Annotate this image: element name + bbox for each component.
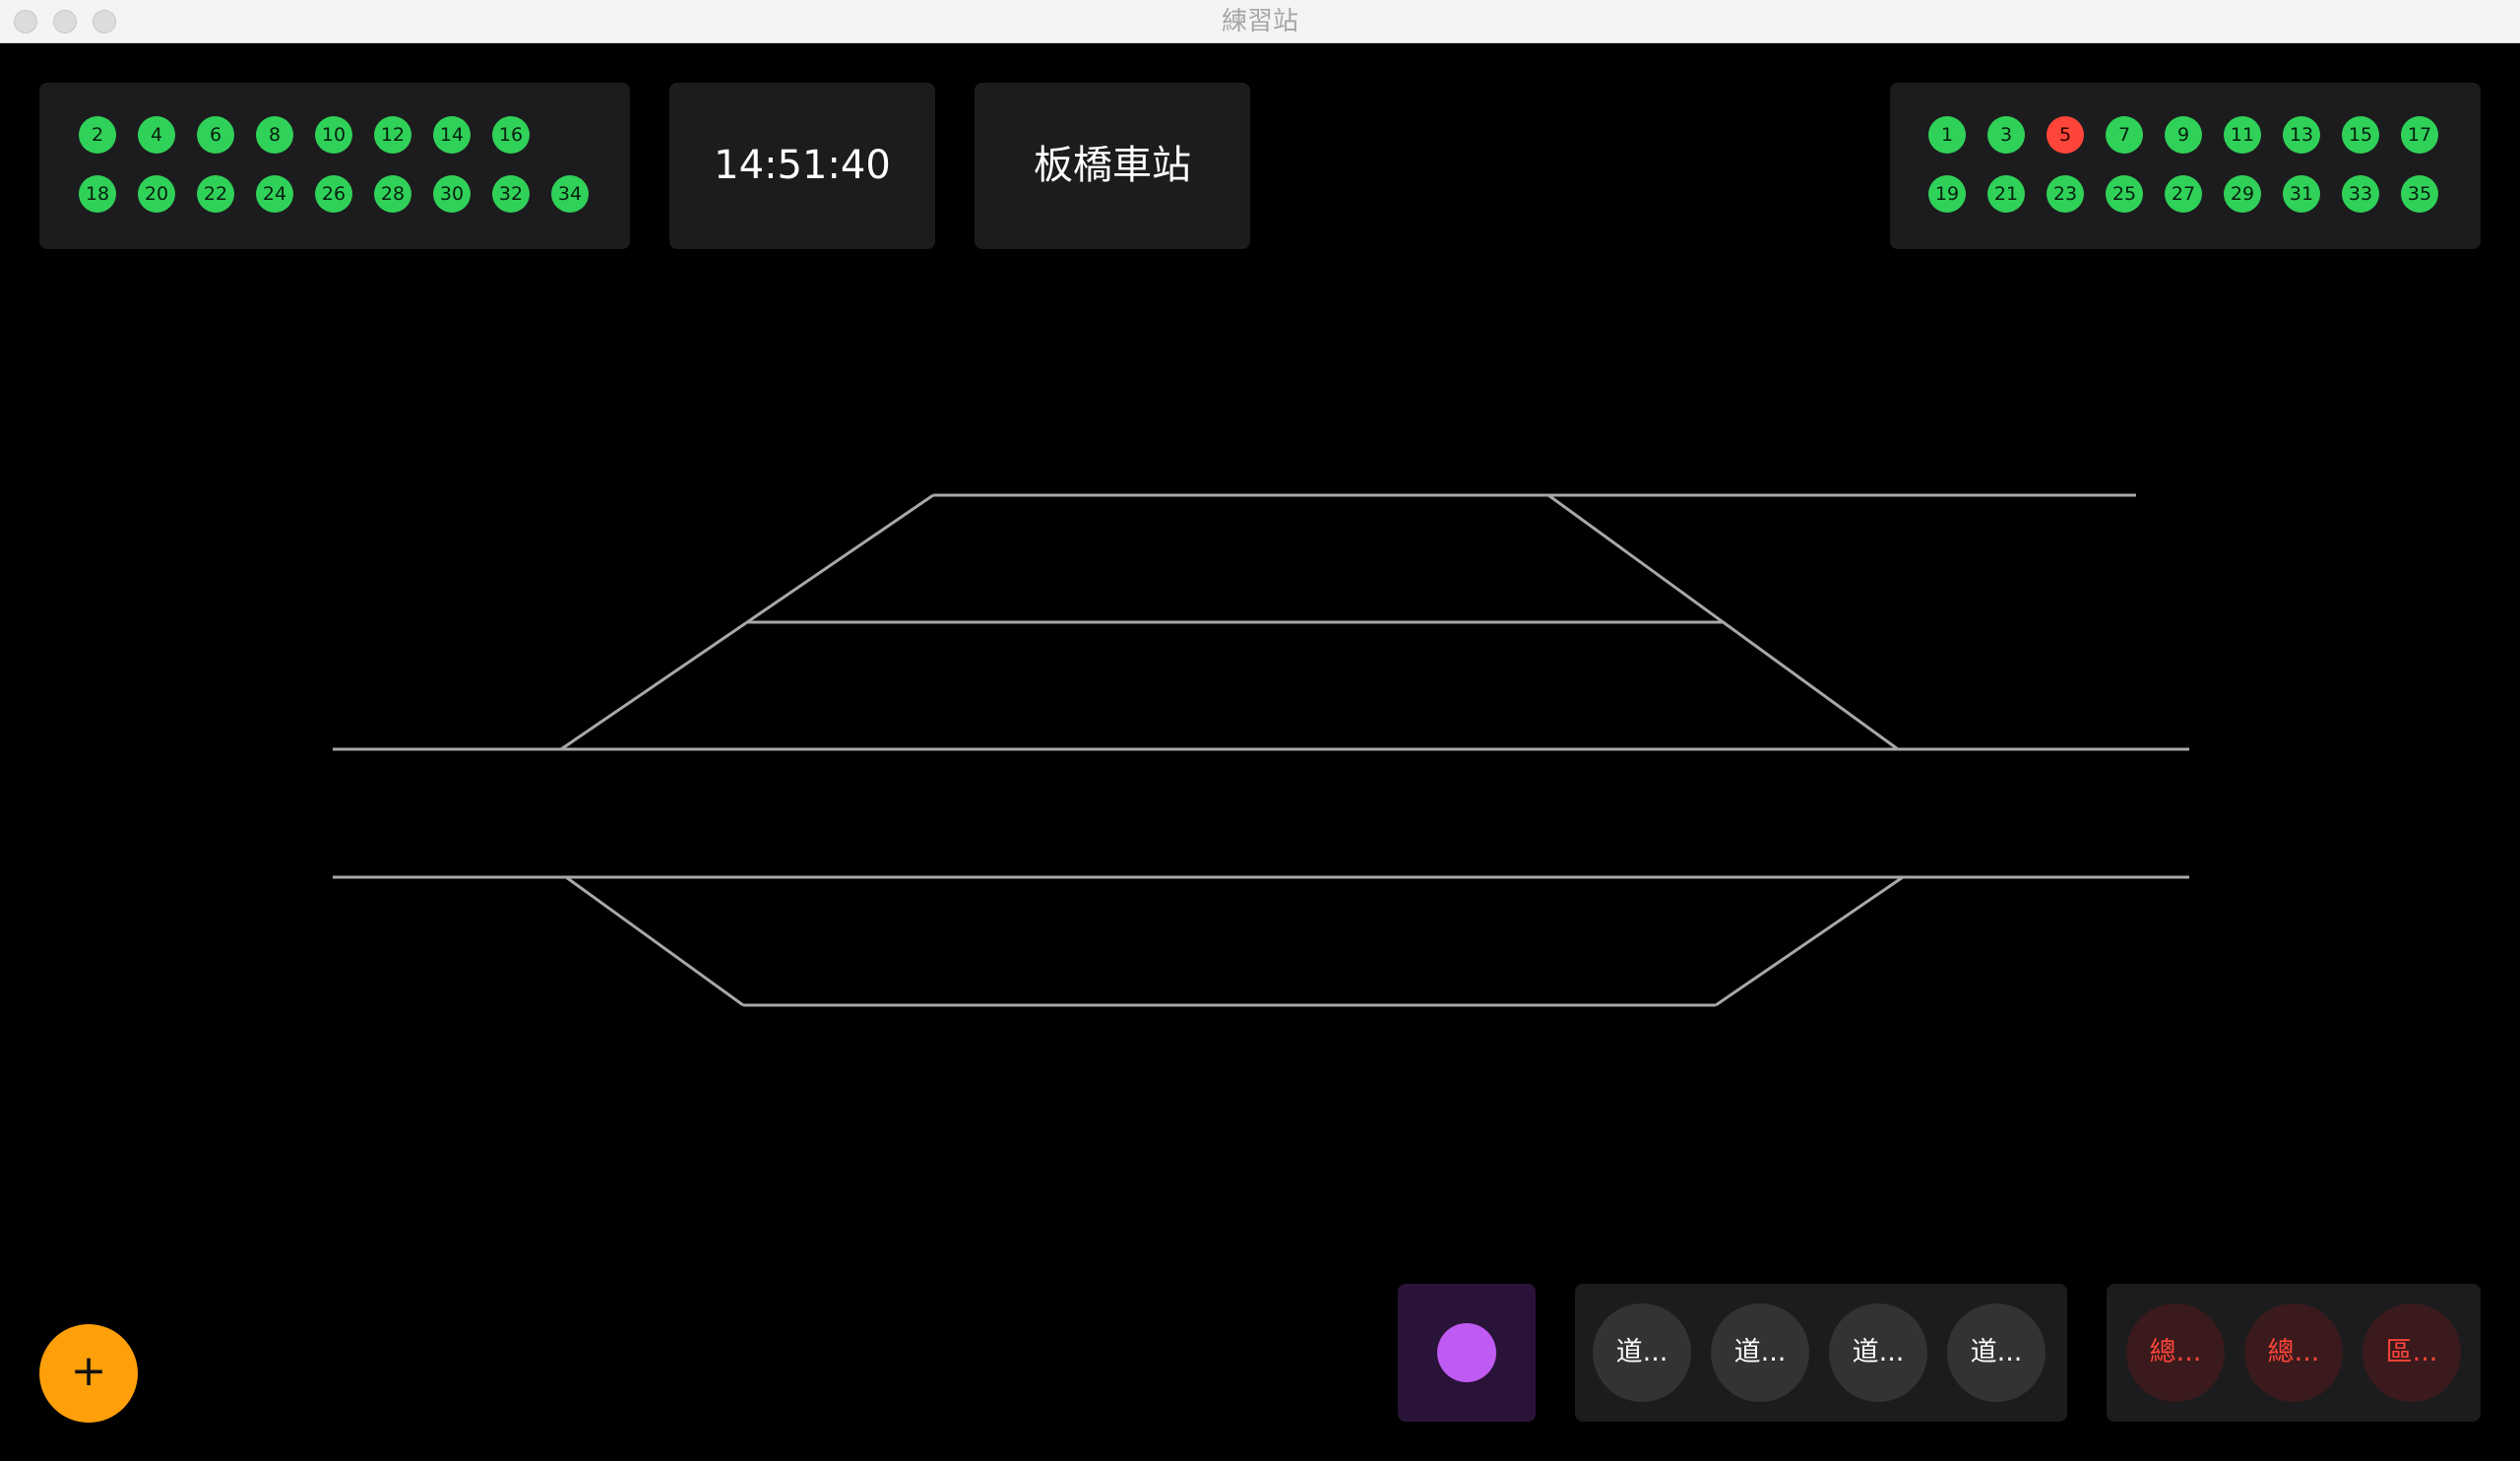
turnout-left-upper (560, 493, 934, 751)
signal-badge-29[interactable]: 29 (2224, 175, 2261, 213)
window-title: 練習站 (1221, 7, 1298, 36)
signal-badge-23[interactable]: 23 (2047, 175, 2084, 213)
signal-badge-2[interactable]: 2 (79, 116, 116, 154)
signal-badge-34[interactable]: 34 (551, 175, 589, 213)
signal-badge-11[interactable]: 11 (2224, 116, 2261, 154)
signal-badge-4[interactable]: 4 (138, 116, 175, 154)
grid-spacer (551, 116, 610, 154)
window-titlebar: 練習站 (0, 0, 2520, 43)
signal-badge-26[interactable]: 26 (315, 175, 352, 213)
even-signal-panel: 2 4 6 8 10 12 14 16 18 20 22 24 26 28 30 32 34 (39, 83, 630, 249)
turnout-right-lower (1715, 875, 1904, 1007)
signal-badge-33[interactable]: 33 (2342, 175, 2379, 213)
station-name: 板橋車站 (1034, 143, 1191, 188)
signal-badge-3[interactable]: 3 (1987, 116, 2025, 154)
even-signal-grid: 2 4 6 8 10 12 14 16 18 20 22 24 26 28 30 32 34 (79, 116, 610, 213)
signal-badge-22[interactable]: 22 (197, 175, 234, 213)
track-button-3[interactable]: 道... (1829, 1303, 1927, 1402)
track-buttons-panel: 道... 道... 道... 道... (1575, 1284, 2067, 1422)
signal-badge-9[interactable]: 9 (2165, 116, 2202, 154)
track-button-2[interactable]: 道... (1711, 1303, 1809, 1402)
signal-badge-15[interactable]: 15 (2342, 116, 2379, 154)
master-button-1[interactable]: 總... (2126, 1303, 2225, 1402)
signal-badge-27[interactable]: 27 (2165, 175, 2202, 213)
turnout-left-lower (565, 875, 744, 1007)
signal-badge-13[interactable]: 13 (2283, 116, 2320, 154)
signal-badge-1[interactable]: 1 (1928, 116, 1966, 154)
clock-panel: 14:51:40 (669, 83, 935, 249)
signal-badge-8[interactable]: 8 (256, 116, 293, 154)
signal-badge-25[interactable]: 25 (2106, 175, 2143, 213)
section-button[interactable]: 區... (2362, 1303, 2461, 1402)
signal-badge-30[interactable]: 30 (433, 175, 471, 213)
master-button-2[interactable]: 總... (2244, 1303, 2343, 1402)
add-button[interactable]: + (39, 1324, 138, 1423)
signal-badge-6[interactable]: 6 (197, 116, 234, 154)
signal-badge-19[interactable]: 19 (1928, 175, 1966, 213)
signal-badge-7[interactable]: 7 (2106, 116, 2143, 154)
signal-badge-24[interactable]: 24 (256, 175, 293, 213)
station-panel: 板橋車站 (975, 83, 1250, 249)
control-buttons-panel: 總... 總... 區... (2107, 1284, 2481, 1422)
track-button-1[interactable]: 道... (1593, 1303, 1691, 1402)
signal-badge-32[interactable]: 32 (492, 175, 530, 213)
signal-badge-21[interactable]: 21 (1987, 175, 2025, 213)
odd-signal-grid: 1 3 5 7 9 11 13 15 17 19 21 23 25 27 29 31 33 35 (1928, 116, 2460, 213)
track-button-4[interactable]: 道... (1947, 1303, 2046, 1402)
signal-badge-10[interactable]: 10 (315, 116, 352, 154)
signal-badge-12[interactable]: 12 (374, 116, 411, 154)
odd-signal-panel: 1 3 5 7 9 11 13 15 17 19 21 23 25 27 29 31 33 35 (1890, 83, 2481, 249)
signal-badge-31[interactable]: 31 (2283, 175, 2320, 213)
signal-badge-20[interactable]: 20 (138, 175, 175, 213)
signal-badge-17[interactable]: 17 (2401, 116, 2438, 154)
signal-badge-28[interactable]: 28 (374, 175, 411, 213)
indicator-button[interactable] (1398, 1284, 1536, 1422)
purple-dot-icon (1437, 1323, 1496, 1382)
signal-badge-16[interactable]: 16 (492, 116, 530, 154)
clock-time: 14:51:40 (714, 143, 891, 188)
signal-badge-14[interactable]: 14 (433, 116, 471, 154)
signal-badge-18[interactable]: 18 (79, 175, 116, 213)
signal-badge-5[interactable]: 5 (2047, 116, 2084, 154)
turnout-right-upper (1547, 493, 1899, 751)
signal-badge-35[interactable]: 35 (2401, 175, 2438, 213)
